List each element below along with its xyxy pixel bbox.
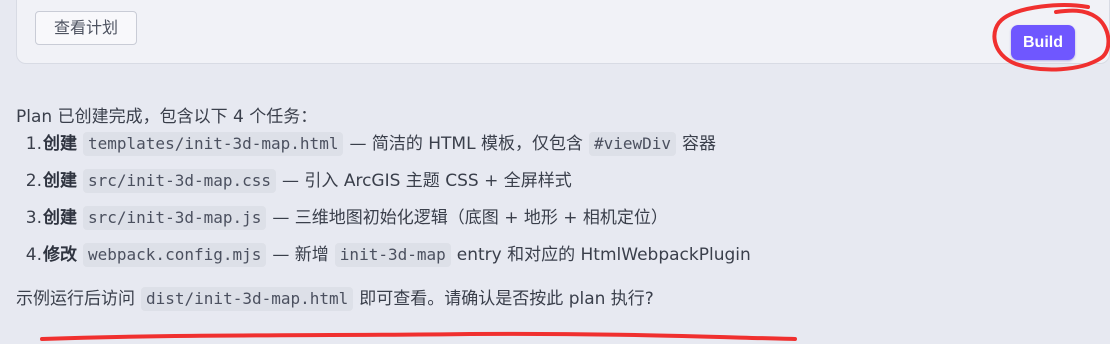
view-plan-button[interactable]: 查看计划	[35, 11, 138, 45]
plan-intro-text: Plan 已创建完成，包含以下 4 个任务：	[16, 107, 318, 127]
task-inline-code: #viewDiv	[588, 132, 677, 156]
task-description: — 简洁的 HTML 模板，仅包含	[349, 134, 583, 154]
preview-text-after: 即可查看。请确认是否按此 plan 执行?	[359, 289, 654, 309]
assistant-message: Plan 已创建完成，包含以下 4 个任务： 1. 创建 templates/i…	[16, 104, 1096, 312]
task-verb: 创建	[43, 171, 77, 191]
task-item: 4. 修改 webpack.config.mjs — 新增 init-3d-ma…	[16, 242, 1096, 268]
task-verb: 创建	[43, 208, 77, 228]
task-number: 3.	[25, 208, 42, 228]
task-description: — 新增	[272, 245, 329, 265]
task-item: 3. 创建 src/init-3d-map.js — 三维地图初始化逻辑（底图 …	[16, 205, 1096, 231]
task-number: 4.	[25, 245, 42, 265]
task-file-code: webpack.config.mjs	[83, 243, 267, 267]
task-item: 1. 创建 templates/init-3d-map.html — 简洁的 H…	[16, 131, 1096, 157]
task-list: 1. 创建 templates/init-3d-map.html — 简洁的 H…	[16, 131, 1096, 268]
task-description: — 三维地图初始化逻辑（底图 + 地形 + 相机定位）	[272, 208, 668, 228]
preview-text-before: 示例运行后访问	[16, 289, 135, 309]
task-number: 2.	[25, 171, 42, 191]
preview-instruction: 示例运行后访问 dist/init-3d-map.html 即可查看。请确认是否按此…	[16, 286, 1096, 312]
task-description-tail: entry 和对应的 HtmlWebpackPlugin	[456, 245, 751, 265]
task-description-tail: 容器	[682, 134, 717, 154]
task-file-code: src/init-3d-map.js	[83, 206, 267, 230]
task-number: 1.	[25, 134, 42, 154]
footer-underline-annotation	[40, 331, 797, 341]
preview-file-code: dist/init-3d-map.html	[141, 287, 354, 311]
task-file-code: src/init-3d-map.css	[83, 169, 277, 193]
plan-action-card: 查看计划	[16, 0, 1110, 64]
build-button[interactable]: Build	[1011, 25, 1075, 60]
task-file-code: templates/init-3d-map.html	[83, 132, 344, 156]
task-item: 2. 创建 src/init-3d-map.css — 引入 ArcGIS 主题…	[16, 168, 1096, 194]
task-verb: 修改	[43, 245, 77, 265]
task-inline-code: init-3d-map	[334, 243, 451, 267]
task-description: — 引入 ArcGIS 主题 CSS + 全屏样式	[282, 171, 572, 191]
task-verb: 创建	[43, 134, 77, 154]
